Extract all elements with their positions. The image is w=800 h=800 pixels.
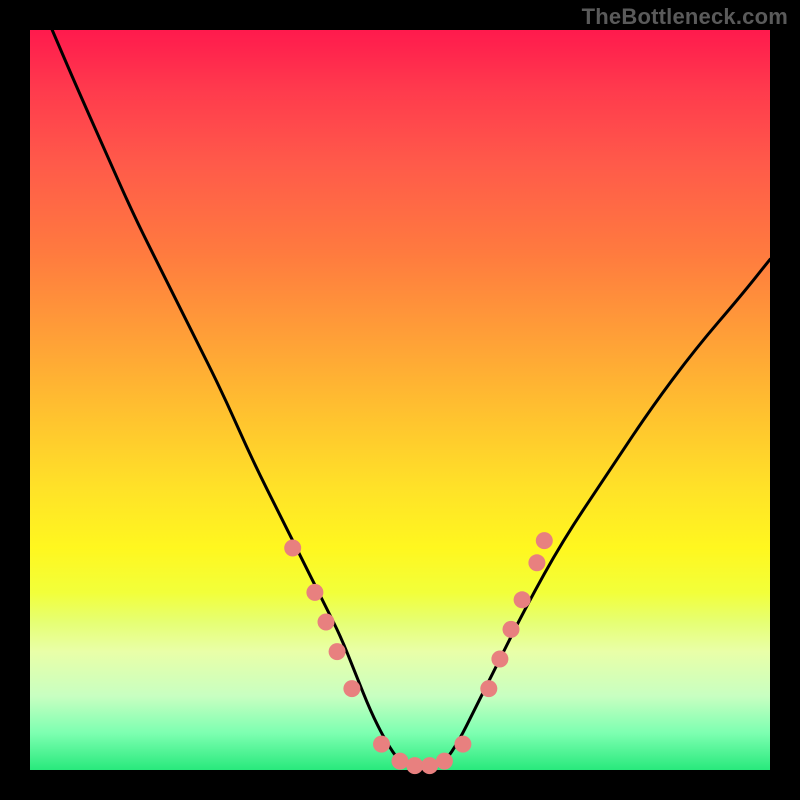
curve-layer — [30, 30, 770, 770]
highlight-dot — [536, 532, 553, 549]
highlight-dot — [528, 554, 545, 571]
highlight-dot — [491, 651, 508, 668]
highlight-dot — [373, 736, 390, 753]
chart-stage: TheBottleneck.com — [0, 0, 800, 800]
highlight-dot — [318, 614, 335, 631]
highlight-dot — [284, 540, 301, 557]
highlight-dot — [392, 753, 409, 770]
highlight-dot — [421, 757, 438, 774]
highlight-dot — [329, 643, 346, 660]
bottleneck-curve — [52, 30, 770, 766]
highlight-dot — [343, 680, 360, 697]
highlight-dot — [406, 757, 423, 774]
watermark-text: TheBottleneck.com — [582, 4, 788, 30]
highlight-dot — [306, 584, 323, 601]
highlight-dot — [514, 591, 531, 608]
highlight-dot — [436, 753, 453, 770]
highlight-dot — [454, 736, 471, 753]
highlight-dot — [480, 680, 497, 697]
highlight-dot — [503, 621, 520, 638]
highlight-dots-group — [284, 532, 553, 774]
plot-area — [30, 30, 770, 770]
